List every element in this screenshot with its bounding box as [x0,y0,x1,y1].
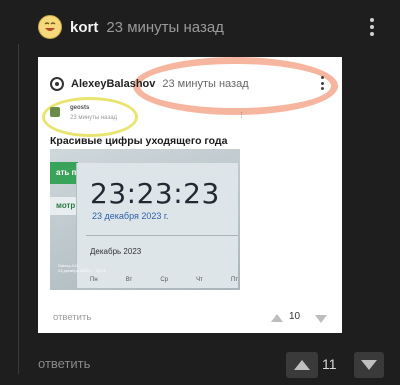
inner-avatar [50,107,60,117]
post-title: Красивые цифры уходящего года [50,135,228,147]
divider [86,235,238,236]
screenshot-timestamp: 23 минуты назад [162,78,249,90]
reply-button[interactable]: ответить [38,356,90,371]
screenshot-author: AlexeyBalashov [71,78,156,90]
calendar-weekdays: Пн Вт Ср Чт Пт [90,277,238,283]
attached-screenshot[interactable]: AlexeyBalashov 23 минуты назад geosts 23… [38,57,342,333]
inner-author: geosts [70,105,90,111]
clock-time: 23:23:23 [90,177,220,210]
comment-header: kort 23 минуты назад [38,13,224,41]
photo-green-button: ать пос [50,162,78,184]
inner-timestamp: 23 минуты назад [70,115,118,121]
inner-more-icon: ⋮ [238,112,245,119]
calendar-month: Декабрь 2023 [90,247,142,256]
clock-date: 23 декабря 2023 г. [92,211,169,221]
weekday: Ср [160,277,169,283]
weekday: Пн [90,277,98,283]
weekday: Пт [230,277,238,283]
upvote-button[interactable] [286,352,318,378]
screenshot-post-header: AlexeyBalashov 23 минуты назад [50,75,249,93]
screenshot-score: 10 [289,311,301,322]
arrow-up-icon [294,360,310,370]
comment-timestamp: 23 минуты назад [106,18,224,36]
screenshot-downvote-icon [315,315,327,323]
avatar[interactable] [38,15,62,39]
comment-author[interactable]: kort [70,19,98,36]
photo-side-label: мотр [50,197,76,215]
comment-score: 11 [322,356,337,372]
screenshot-more-icon [319,76,325,90]
arrow-down-icon [361,360,377,370]
downvote-button[interactable] [354,352,384,378]
screenshot-reply-label: ответить [53,312,92,323]
more-options-icon[interactable] [364,15,380,39]
screenshot-upvote-icon [271,314,283,322]
author-logo-icon [50,77,64,91]
smiley-face-icon [40,17,60,37]
weekday: Вт [125,277,133,283]
thread-line [18,44,19,374]
photo-caption: Galaxy A12 23 декабря 2023 г. · 23:23 [58,263,106,273]
clock-photo: ать пос мотр 23:23:23 23 декабря 2023 г.… [50,149,240,290]
weekday: Чт [196,277,203,283]
